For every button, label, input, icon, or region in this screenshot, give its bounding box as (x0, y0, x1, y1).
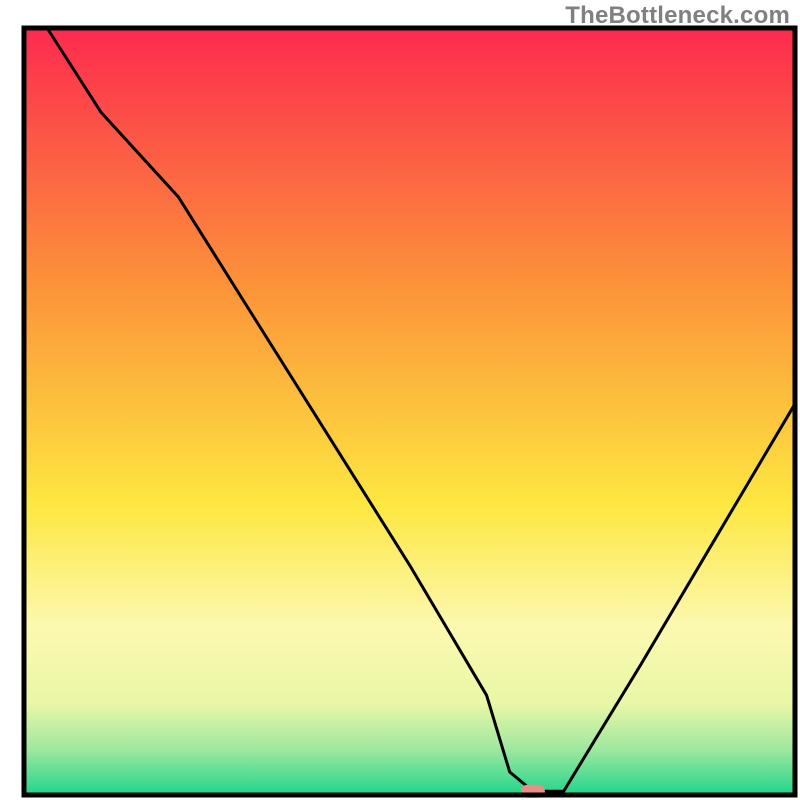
gradient-background (24, 28, 795, 795)
bottleneck-chart: TheBottleneck.com (0, 0, 800, 800)
watermark-text: TheBottleneck.com (565, 2, 790, 30)
chart-canvas (0, 0, 800, 800)
